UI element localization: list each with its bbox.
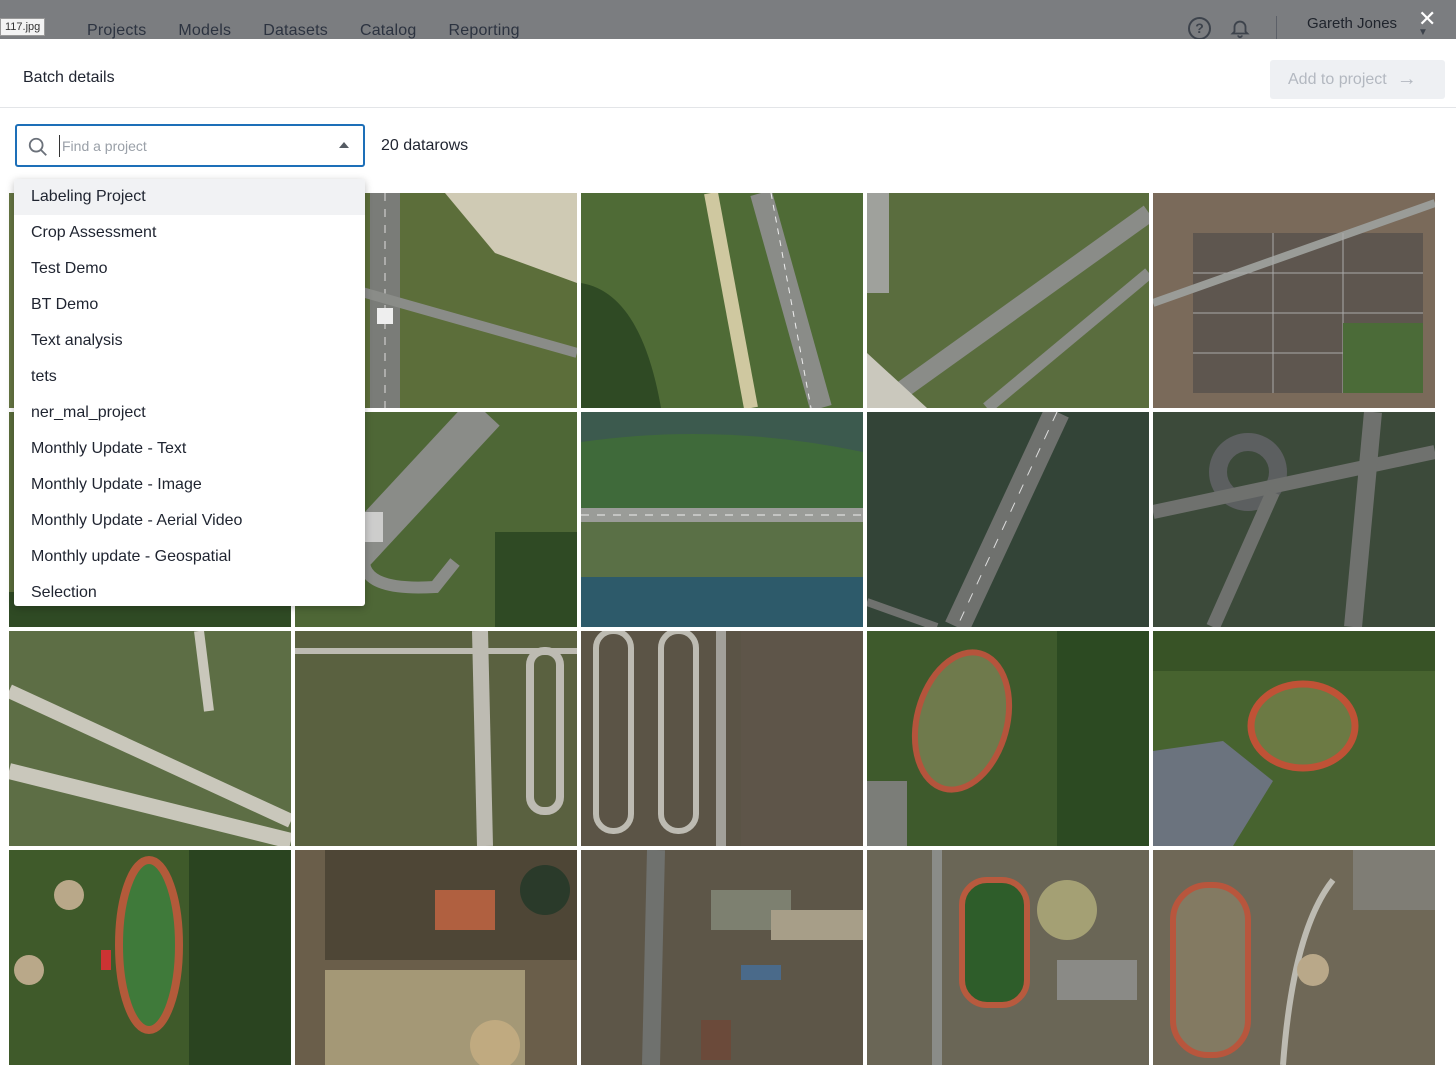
dropdown-item[interactable]: Labeling Project [14,179,365,215]
add-to-project-label: Add to project [1288,70,1387,88]
bell-icon[interactable] [1229,17,1251,39]
dropdown-item[interactable]: Monthly update - Geospatial [14,539,365,575]
image-tile[interactable] [9,850,291,1065]
modal-title: Batch details [23,69,115,86]
nav-separator [1276,16,1277,40]
search-icon [28,137,47,156]
nav-link-datasets[interactable]: Datasets [263,22,328,40]
add-to-project-button[interactable]: Add to project → [1270,60,1445,99]
dropdown-item[interactable]: Monthly Update - Aerial Video [14,503,365,539]
nav-link-catalog[interactable]: Catalog [360,22,417,40]
nav-links: Projects Models Datasets Catalog Reporti… [87,22,520,40]
image-tile[interactable] [9,631,291,846]
dropdown-item[interactable]: Selection [14,575,365,606]
image-tile[interactable] [295,850,577,1065]
datarow-count: 20 datarows [381,137,469,154]
image-tile[interactable] [581,412,863,627]
batch-details-modal: Batch details Add to project → 20 dataro… [0,39,1456,1080]
tab-tag: 117.jpg [0,18,46,36]
image-tile[interactable] [1153,193,1435,408]
dropdown-item[interactable]: ner_mal_project [14,395,365,431]
image-tile[interactable] [867,850,1149,1065]
image-tile[interactable] [867,193,1149,408]
dropdown-item[interactable]: BT Demo [14,287,365,323]
nav-link-projects[interactable]: Projects [87,22,146,40]
dropdown-item[interactable]: Monthly Update - Image [14,467,365,503]
image-tile[interactable] [581,631,863,846]
modal-header: Batch details Add to project → [0,39,1456,108]
project-search-input[interactable] [59,135,319,157]
dropdown-item[interactable]: tets [14,359,365,395]
dropdown-item[interactable]: Crop Assessment [14,215,365,251]
image-tile[interactable] [1153,631,1435,846]
nav-link-models[interactable]: Models [178,22,231,40]
dropdown-item[interactable]: Text analysis [14,323,365,359]
image-tile[interactable] [1153,850,1435,1065]
dropdown-item[interactable]: Monthly Update - Text [14,431,365,467]
project-dropdown-list: Labeling Project Crop Assessment Test De… [14,179,365,606]
close-icon[interactable]: ✕ [1418,8,1436,30]
dropdown-item[interactable]: Test Demo [14,251,365,287]
project-search-box[interactable] [15,124,365,167]
top-nav: 117.jpg Projects Models Datasets Catalog… [0,0,1456,40]
image-tile[interactable] [1153,412,1435,627]
arrow-right-icon: → [1396,68,1417,90]
caret-up-icon[interactable] [339,142,349,148]
nav-link-reporting[interactable]: Reporting [449,22,520,40]
image-tile[interactable] [295,631,577,846]
image-tile[interactable] [581,850,863,1065]
user-name[interactable]: Gareth Jones [1307,15,1397,32]
image-tile[interactable] [867,631,1149,846]
image-tile[interactable] [867,412,1149,627]
help-icon[interactable]: ? [1188,17,1211,40]
image-tile[interactable] [581,193,863,408]
